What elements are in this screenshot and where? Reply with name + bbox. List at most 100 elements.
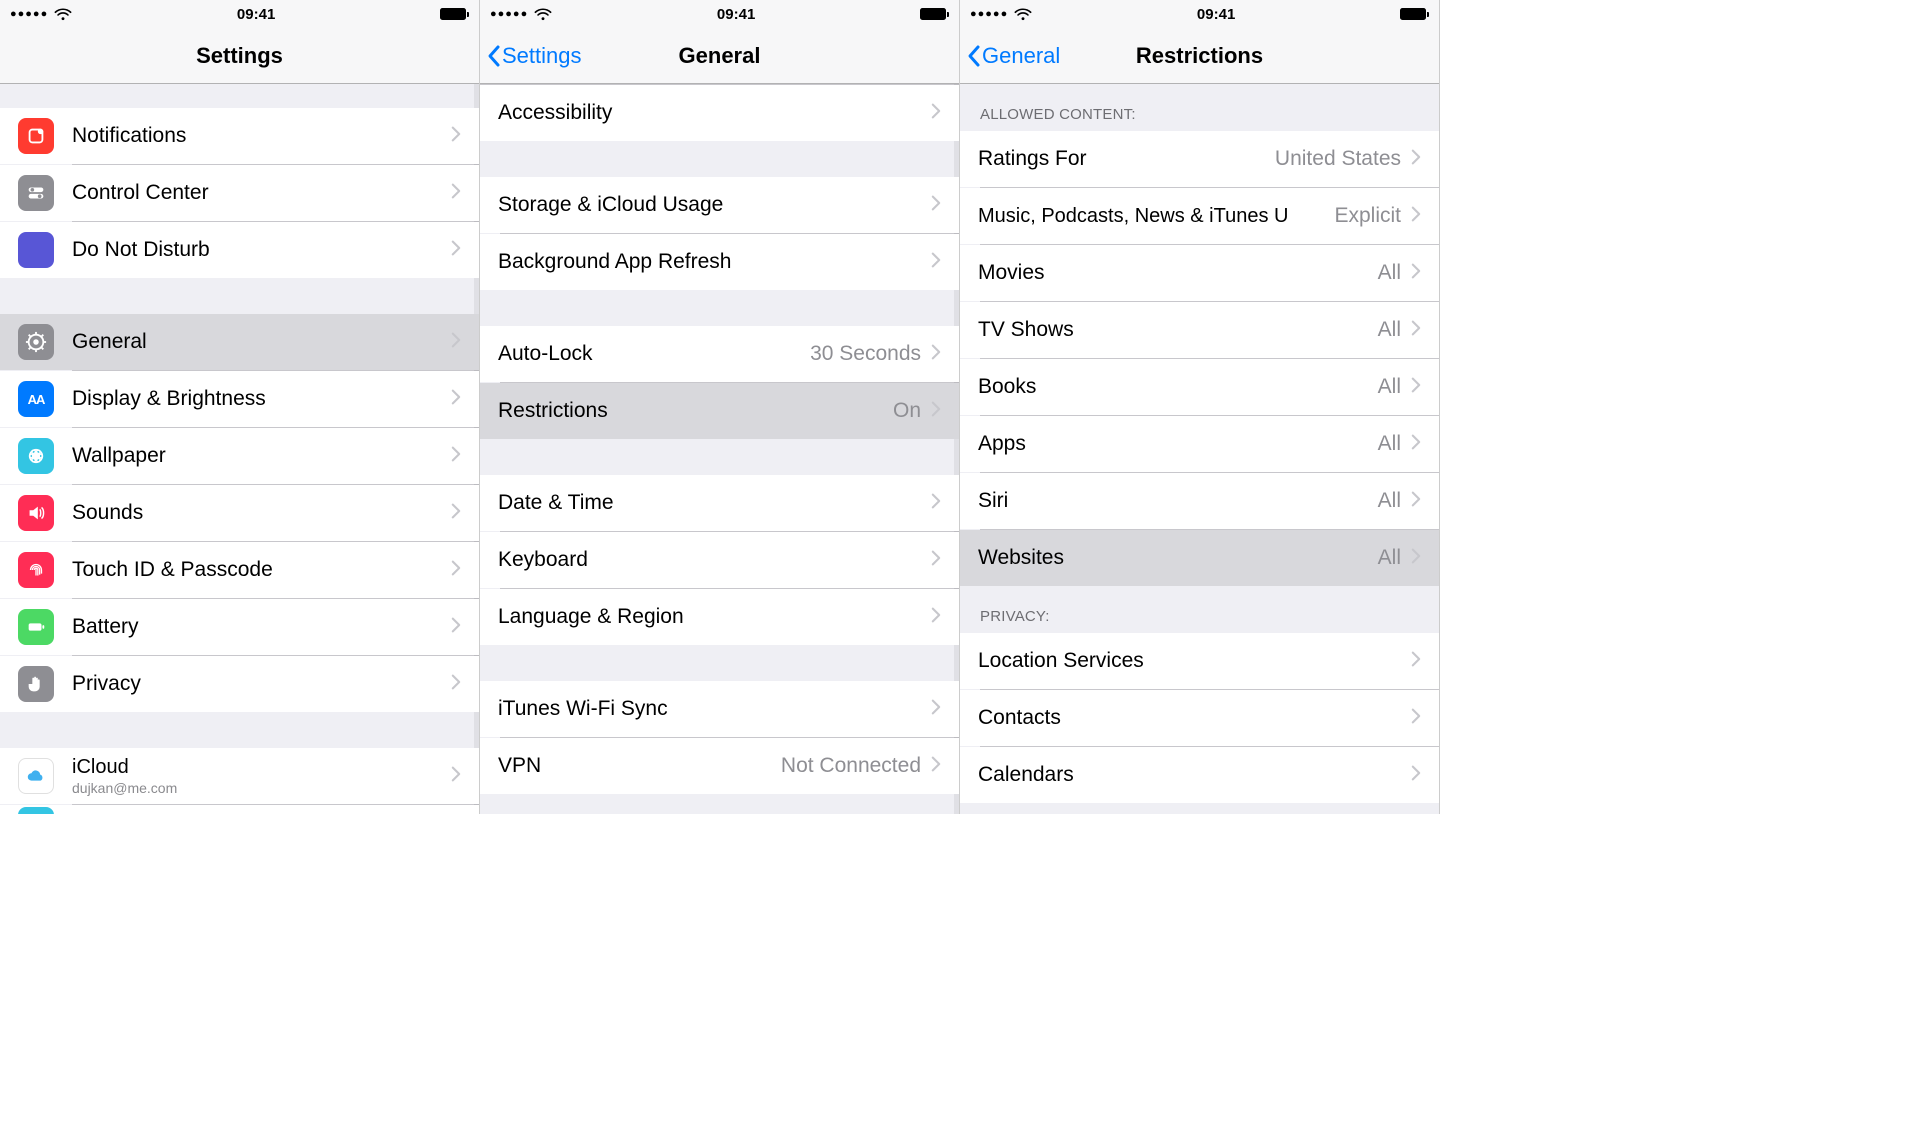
hand-icon (18, 666, 54, 702)
row-label: General (72, 330, 451, 353)
row-music-podcasts[interactable]: Music, Podcasts, News & iTunes U Explici… (960, 188, 1439, 244)
row-wallpaper[interactable]: Wallpaper (0, 428, 479, 484)
chevron-right-icon (931, 607, 941, 628)
row-itunes-wifi-sync[interactable]: iTunes Wi-Fi Sync (480, 681, 959, 737)
screen-general: ●●●●● 09:41 Settings General Accessibili… (480, 0, 960, 814)
row-label: Auto-Lock (498, 342, 810, 365)
row-label: Date & Time (498, 491, 931, 514)
page-title: Settings (196, 43, 283, 69)
battery-row-icon (18, 609, 54, 645)
row-storage[interactable]: Storage & iCloud Usage (480, 177, 959, 233)
row-background-refresh[interactable]: Background App Refresh (480, 234, 959, 290)
back-label: General (982, 43, 1060, 69)
chevron-right-icon (1411, 320, 1421, 341)
row-label: Control Center (72, 181, 451, 204)
chevron-right-icon (451, 674, 461, 695)
row-detail: All (1378, 318, 1401, 342)
nav-bar: Settings (0, 28, 479, 84)
nav-bar: General Restrictions (960, 28, 1439, 84)
row-icloud[interactable]: iCloud dujkan@me.com (0, 748, 479, 804)
chevron-right-icon (1411, 263, 1421, 284)
row-detail: All (1378, 546, 1401, 570)
row-detail: All (1378, 261, 1401, 285)
page-title: General (679, 43, 761, 69)
signal-dots-icon: ●●●●● (10, 8, 48, 20)
status-time: 09:41 (1197, 6, 1235, 23)
section-header-allowed: ALLOWED CONTENT: (960, 84, 1439, 131)
row-accessibility[interactable]: Accessibility (480, 85, 959, 141)
partial-icon (18, 807, 54, 814)
icloud-icon (18, 758, 54, 794)
row-label: iCloud (72, 756, 451, 778)
settings-list[interactable]: Notifications Control Center Do Not Dist… (0, 84, 479, 814)
row-calendars[interactable]: Calendars (960, 747, 1439, 803)
row-label: Wallpaper (72, 444, 451, 467)
row-display-brightness[interactable]: AA Display & Brightness (0, 371, 479, 427)
row-location-services[interactable]: Location Services (960, 633, 1439, 689)
row-label: Websites (978, 546, 1378, 569)
wifi-icon (534, 8, 552, 21)
row-label: Privacy (72, 672, 451, 695)
chevron-right-icon (1411, 651, 1421, 672)
row-control-center[interactable]: Control Center (0, 165, 479, 221)
row-siri[interactable]: Siri All (960, 473, 1439, 529)
row-auto-lock[interactable]: Auto-Lock 30 Seconds (480, 326, 959, 382)
signal-dots-icon: ●●●●● (490, 8, 528, 20)
row-detail: Not Connected (781, 754, 921, 778)
row-label: Touch ID & Passcode (72, 558, 451, 581)
row-partial[interactable] (0, 805, 479, 814)
row-date-time[interactable]: Date & Time (480, 475, 959, 531)
row-notifications[interactable]: Notifications (0, 108, 479, 164)
row-contacts[interactable]: Contacts (960, 690, 1439, 746)
chevron-right-icon (931, 344, 941, 365)
row-privacy[interactable]: Privacy (0, 656, 479, 712)
chevron-left-icon (966, 44, 982, 68)
restrictions-list[interactable]: ALLOWED CONTENT: Ratings For United Stat… (960, 84, 1439, 814)
fingerprint-icon (18, 552, 54, 588)
chevron-right-icon (451, 240, 461, 261)
row-label: Calendars (978, 763, 1411, 786)
row-books[interactable]: Books All (960, 359, 1439, 415)
chevron-right-icon (451, 446, 461, 467)
chevron-right-icon (931, 756, 941, 777)
chevron-right-icon (931, 252, 941, 273)
status-bar: ●●●●● 09:41 (960, 0, 1439, 28)
general-list[interactable]: Accessibility Storage & iCloud Usage Bac… (480, 84, 959, 814)
row-tv-shows[interactable]: TV Shows All (960, 302, 1439, 358)
section-header-privacy: PRIVACY: (960, 586, 1439, 633)
page-title: Restrictions (1136, 43, 1263, 69)
row-label: Sounds (72, 501, 451, 524)
nav-bar: Settings General (480, 28, 959, 84)
row-restrictions[interactable]: Restrictions On (480, 383, 959, 439)
row-label: Music, Podcasts, News & iTunes U (978, 205, 1328, 227)
display-icon: AA (18, 381, 54, 417)
chevron-right-icon (1411, 434, 1421, 455)
row-apps[interactable]: Apps All (960, 416, 1439, 472)
row-label: Language & Region (498, 605, 931, 628)
row-detail: On (893, 399, 921, 423)
row-label: Siri (978, 489, 1378, 512)
row-ratings-for[interactable]: Ratings For United States (960, 131, 1439, 187)
status-time: 09:41 (717, 6, 755, 23)
row-touch-id[interactable]: Touch ID & Passcode (0, 542, 479, 598)
row-websites[interactable]: Websites All (960, 530, 1439, 586)
row-keyboard[interactable]: Keyboard (480, 532, 959, 588)
row-label: TV Shows (978, 318, 1378, 341)
row-detail: All (1378, 489, 1401, 513)
chevron-right-icon (451, 503, 461, 524)
row-label: Books (978, 375, 1378, 398)
row-label: Location Services (978, 649, 1411, 672)
signal-dots-icon: ●●●●● (970, 8, 1008, 20)
back-button[interactable]: General (966, 43, 1060, 69)
row-sounds[interactable]: Sounds (0, 485, 479, 541)
row-language-region[interactable]: Language & Region (480, 589, 959, 645)
chevron-left-icon (486, 44, 502, 68)
row-do-not-disturb[interactable]: Do Not Disturb (0, 222, 479, 278)
row-battery[interactable]: Battery (0, 599, 479, 655)
row-general[interactable]: General (0, 314, 479, 370)
back-button[interactable]: Settings (486, 43, 582, 69)
screen-settings: ●●●●● 09:41 Settings Notifications Contr… (0, 0, 480, 814)
row-movies[interactable]: Movies All (960, 245, 1439, 301)
row-vpn[interactable]: VPN Not Connected (480, 738, 959, 794)
chevron-right-icon (451, 560, 461, 581)
